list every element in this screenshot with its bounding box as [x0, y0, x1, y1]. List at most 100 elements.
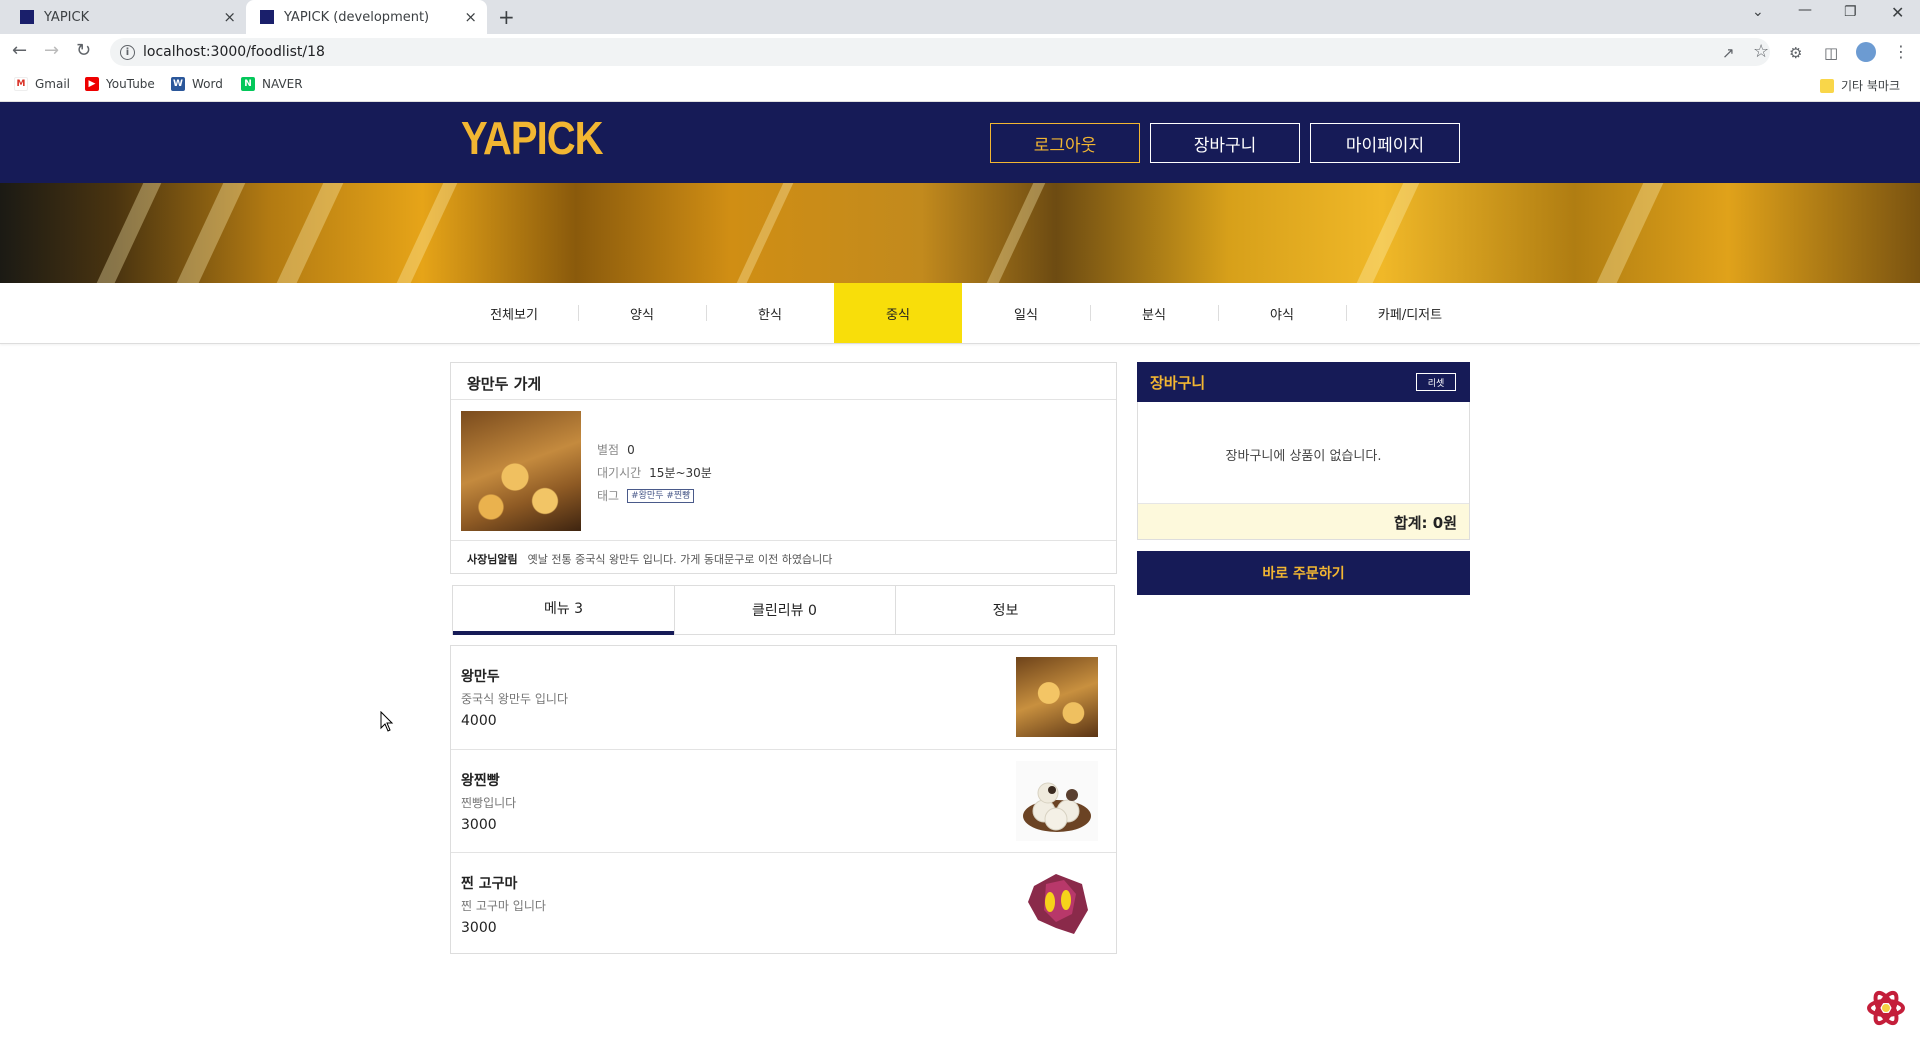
cart-button[interactable]: 장바구니 [1150, 123, 1300, 163]
share-icon[interactable]: ↗ [1722, 44, 1735, 62]
mypage-button[interactable]: 마이페이지 [1310, 123, 1460, 163]
cart-reset-button[interactable]: 리셋 [1416, 373, 1456, 391]
store-tabs: 메뉴 3 클린리뷰 0 정보 [452, 585, 1115, 635]
bookmark-label: YouTube [106, 77, 155, 91]
dumpling-image [1016, 657, 1098, 737]
browser-tab-active[interactable]: YAPICK (development) × [246, 0, 487, 34]
address-bar[interactable]: i localhost:3000/foodlist/18 [110, 38, 1770, 66]
close-tab-icon[interactable]: × [223, 8, 236, 26]
category-korean[interactable]: 한식 [706, 283, 834, 343]
site-header [0, 102, 1920, 183]
other-bookmarks[interactable]: 기타 북마크 [1820, 77, 1900, 94]
category-western[interactable]: 양식 [578, 283, 706, 343]
url-text: localhost:3000/foodlist/18 [143, 44, 325, 60]
category-cafe-dessert[interactable]: 카페/디저트 [1346, 283, 1474, 343]
menu-item[interactable]: 찐 고구마 찐 고구마 입니다 3000 [451, 852, 1116, 955]
store-thumbnail-image [461, 411, 581, 531]
cart-panel: 장바구니 리셋 장바구니에 상품이 없습니다. 합계: 0원 [1137, 362, 1470, 540]
browser-tab[interactable]: YAPICK × [0, 0, 246, 34]
yapick-favicon-icon [260, 10, 274, 24]
store-wait-time: 대기시간 15분~30분 [597, 464, 712, 481]
bookmark-youtube[interactable]: ▶ YouTube [85, 77, 155, 91]
menu-item[interactable]: 왕만두 중국식 왕만두 입니다 4000 [451, 646, 1116, 749]
category-chinese[interactable]: 중식 [834, 283, 962, 343]
bookmark-label: Word [192, 77, 223, 91]
gmail-icon: M [14, 77, 28, 91]
cart-title: 장바구니 [1150, 374, 1206, 392]
bookmark-naver[interactable]: N NAVER [241, 77, 303, 91]
close-window-icon[interactable]: ✕ [1891, 3, 1904, 22]
menu-item[interactable]: 왕찐빵 찐빵입니다 3000 [451, 749, 1116, 852]
store-rating: 별점 0 [597, 441, 635, 458]
more-menu-icon[interactable]: ⋮ [1893, 42, 1909, 61]
sweet-potato-image [1028, 874, 1088, 934]
other-bookmarks-label: 기타 북마크 [1841, 79, 1901, 93]
tab-title: YAPICK [44, 9, 90, 25]
cart-empty-message: 장바구니에 상품이 없습니다. [1225, 449, 1382, 464]
profile-avatar[interactable] [1856, 42, 1876, 62]
rating-value: 0 [627, 442, 635, 457]
cart-header: 장바구니 리셋 [1137, 362, 1470, 402]
menu-item-price: 3000 [461, 920, 497, 936]
divider [451, 540, 1116, 541]
menu-item-desc: 찐 고구마 입니다 [461, 899, 546, 913]
bookmark-word[interactable]: W Word [171, 77, 223, 91]
youtube-icon: ▶ [85, 77, 99, 91]
reload-icon[interactable]: ↻ [76, 41, 91, 61]
logout-button[interactable]: 로그아웃 [990, 123, 1140, 163]
menu-list: 왕만두 중국식 왕만두 입니다 4000 왕찐빵 찐빵입니다 3000 찐 고구… [450, 645, 1117, 954]
site-logo[interactable]: YAPICK [461, 114, 603, 166]
divider [451, 399, 1116, 400]
store-tags: 태그 #왕만두 #찐빵 [597, 487, 695, 504]
mouse-cursor-icon [380, 711, 394, 732]
tab-title: YAPICK (development) [284, 9, 430, 25]
menu-item-name: 왕만두 [461, 669, 500, 685]
store-info-card: 왕만두 가게 별점 0 대기시간 15분~30분 태그 #왕만두 #찐빵 사장님… [450, 362, 1117, 574]
tab-review[interactable]: 클린리뷰 0 [674, 586, 895, 634]
tab-menu[interactable]: 메뉴 3 [453, 585, 674, 635]
store-name: 왕만두 가게 [467, 375, 542, 393]
new-tab-button[interactable]: + [498, 5, 515, 29]
yapick-favicon-icon [20, 10, 34, 24]
category-all[interactable]: 전체보기 [450, 283, 578, 343]
cart-total: 합계: 0원 [1393, 514, 1457, 532]
notice-text: 옛날 전통 중국식 왕만두 입니다. 가게 동대문구로 이전 하였습니다 [527, 553, 833, 566]
close-tab-icon[interactable]: × [464, 8, 477, 26]
minimize-icon[interactable]: — [1798, 2, 1812, 18]
order-now-button[interactable]: 바로 주문하기 [1137, 551, 1470, 595]
bookmarks-bar: M Gmail ▶ YouTube W Word N NAVER 기타 북마크 [0, 70, 1920, 102]
tag-badge[interactable]: #왕만두 #찐빵 [627, 488, 695, 503]
chevron-down-icon[interactable]: ⌄ [1752, 4, 1764, 20]
extensions-icon[interactable]: ⚙ [1789, 44, 1802, 62]
restore-icon[interactable]: ❐ [1844, 4, 1857, 20]
bookmark-label: NAVER [262, 77, 303, 91]
menu-item-price: 3000 [461, 817, 497, 833]
hero-banner-image [0, 183, 1920, 283]
rating-label: 별점 [597, 443, 620, 457]
site-info-icon[interactable]: i [120, 44, 135, 60]
tab-info[interactable]: 정보 [895, 586, 1116, 634]
category-snack[interactable]: 분식 [1090, 283, 1218, 343]
star-icon[interactable]: ☆ [1753, 41, 1769, 62]
bookmark-label: Gmail [35, 77, 71, 91]
menu-item-price: 4000 [461, 713, 497, 729]
tag-label: 태그 [597, 489, 620, 503]
menu-item-desc: 중국식 왕만두 입니다 [461, 692, 568, 706]
tab-strip: YAPICK × YAPICK (development) × + ⌄ — ❐ … [0, 0, 1920, 34]
menu-item-name: 왕찐빵 [461, 773, 500, 789]
bookmark-gmail[interactable]: M Gmail [14, 77, 70, 91]
forward-icon[interactable]: → [44, 41, 59, 61]
steamed-bun-image [1016, 761, 1098, 841]
category-latenight[interactable]: 야식 [1218, 283, 1346, 343]
react-devtools-icon[interactable] [1866, 988, 1906, 1028]
side-panel-icon[interactable]: ◫ [1824, 44, 1838, 62]
menu-item-desc: 찐빵입니다 [461, 796, 517, 810]
category-japanese[interactable]: 일식 [962, 283, 1090, 343]
category-nav: 전체보기 양식 한식 중식 일식 분식 야식 카페/디저트 [0, 283, 1920, 344]
notice-label: 사장님알림 [467, 553, 518, 566]
back-icon[interactable]: ← [12, 41, 27, 61]
owner-notice: 사장님알림 옛날 전통 중국식 왕만두 입니다. 가게 동대문구로 이전 하였습… [467, 551, 832, 567]
folder-icon [1820, 78, 1834, 93]
browser-toolbar: ← → ↻ i localhost:3000/foodlist/18 ↗ ☆ ⚙… [0, 34, 1920, 70]
cart-total-row: 합계: 0원 [1138, 503, 1469, 539]
